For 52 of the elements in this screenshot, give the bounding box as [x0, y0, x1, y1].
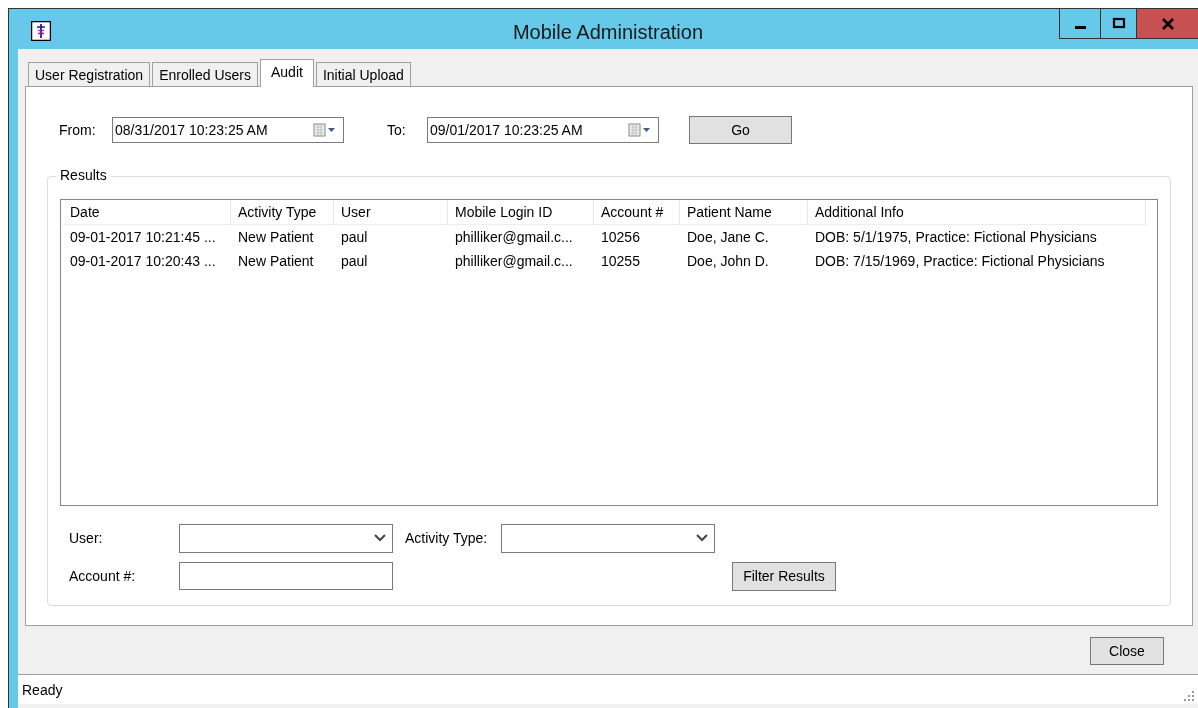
maximize-icon	[1111, 16, 1126, 31]
group-title: Results	[56, 167, 111, 183]
table-cell: DOB: 7/15/1969, Practice: Fictional Physicians	[815, 253, 1105, 269]
calendar-dropdown-icon[interactable]	[628, 123, 652, 137]
to-label: To:	[387, 122, 407, 138]
table-cell: paul	[341, 253, 368, 269]
tab[interactable]: Initial Upload	[315, 62, 411, 86]
table-cell: Doe, John D.	[687, 253, 769, 269]
table-cell: 10255	[601, 253, 640, 269]
column-header[interactable]: User	[334, 201, 448, 225]
table-cell: 09-01-2017 10:21:45 ...	[70, 229, 216, 245]
calendar-dropdown-icon[interactable]	[313, 123, 337, 137]
filter-results-button[interactable]: Filter Results	[732, 561, 836, 591]
table-cell: 10256	[601, 229, 640, 245]
close-dialog-button[interactable]: Close	[1090, 637, 1164, 665]
chevron-down-icon	[696, 534, 709, 542]
column-header[interactable]: Activity Type	[231, 201, 334, 225]
from-date-picker[interactable]: 08/31/2017 10:23:25 AM	[112, 117, 344, 143]
table-cell: paul	[341, 229, 368, 245]
chevron-down-icon	[374, 534, 386, 542]
user-label: User:	[69, 530, 104, 546]
tab[interactable]: User Registration	[28, 62, 151, 86]
close-icon	[1160, 16, 1175, 31]
to-date-picker[interactable]: 09/01/2017 10:23:25 AM	[427, 117, 659, 143]
resize-grip-icon[interactable]	[1184, 691, 1194, 701]
table-cell: 09-01-2017 10:20:43 ...	[70, 253, 216, 269]
column-header[interactable]: Date	[63, 201, 231, 225]
tab[interactable]: Audit	[260, 59, 314, 87]
column-header[interactable]: Patient Name	[680, 201, 808, 225]
account-label: Account #:	[69, 568, 137, 584]
activity-type-dropdown[interactable]	[501, 523, 716, 553]
minimize-button[interactable]	[1059, 9, 1101, 39]
table-cell: philliker@gmail.c...	[455, 253, 573, 269]
go-button[interactable]: Go	[689, 116, 792, 144]
status-text: Ready	[22, 681, 63, 698]
column-header[interactable]: Additional Info	[808, 201, 1146, 225]
table-cell: New Patient	[238, 253, 314, 269]
minimize-icon	[1074, 26, 1086, 29]
table-cell: philliker@gmail.c...	[455, 229, 573, 245]
account-input[interactable]	[179, 562, 393, 590]
table-cell: New Patient	[238, 229, 314, 245]
close-button[interactable]	[1136, 9, 1198, 39]
column-header[interactable]: Mobile Login ID	[448, 201, 594, 225]
from-label: From:	[58, 122, 97, 138]
activity-type-label: Activity Type:	[405, 530, 488, 546]
table-cell: DOB: 5/1/1975, Practice: Fictional Physicians	[815, 229, 1097, 245]
column-header[interactable]: Account #	[594, 201, 680, 225]
tab[interactable]: Enrolled Users	[152, 62, 258, 86]
caduceus-icon	[31, 21, 51, 41]
window-title: Mobile Administration	[512, 21, 704, 44]
table-cell: Doe, Jane C.	[687, 229, 769, 245]
user-dropdown[interactable]	[179, 523, 393, 553]
